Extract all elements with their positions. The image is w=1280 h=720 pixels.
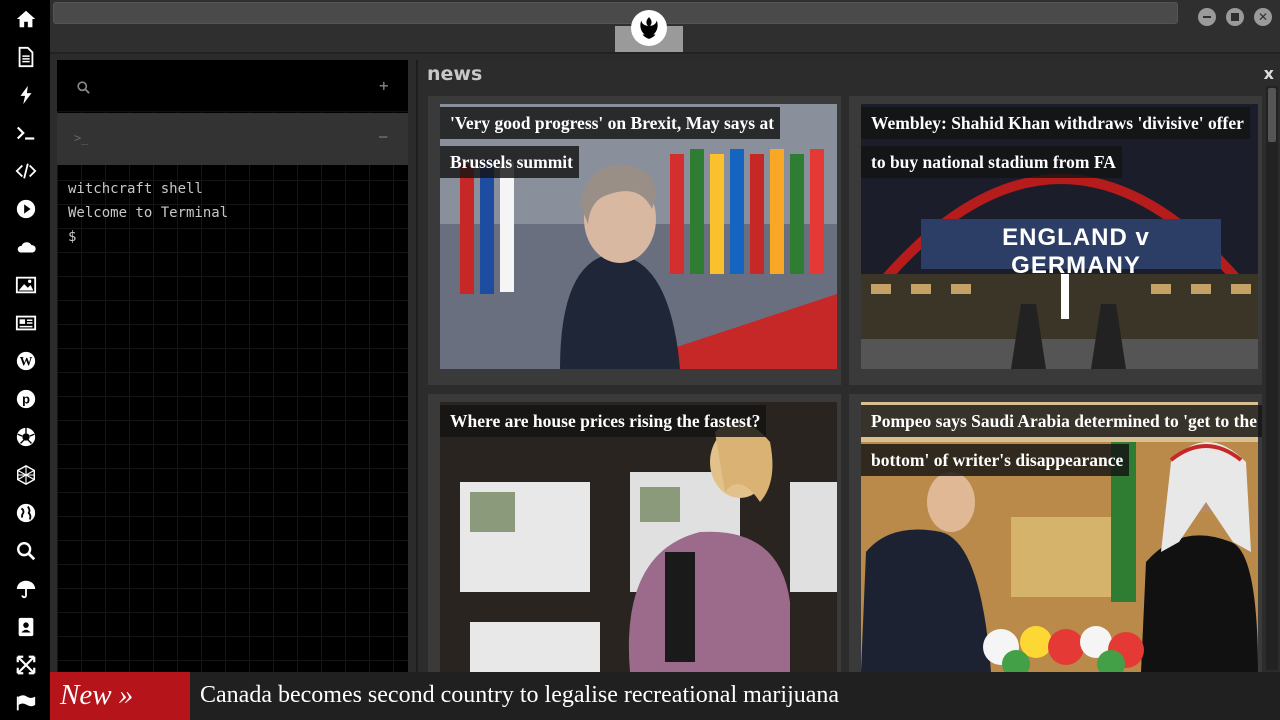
svg-text:p: p	[22, 392, 30, 407]
news-headline[interactable]: Wembley: Shahid Khan withdraws 'divisive…	[861, 104, 1258, 182]
news-photo	[440, 402, 837, 672]
news-panel: news x 'Very good progress' on Brexit, M…	[416, 60, 1280, 672]
ticker-label: New »	[50, 672, 190, 720]
news-card[interactable]: Pompeo says Saudi Arabia determined to '…	[849, 394, 1262, 672]
scrollbar-thumb[interactable]	[1268, 88, 1276, 142]
terminal-line: Welcome to Terminal	[68, 205, 229, 221]
wordpress-icon[interactable]: W	[13, 348, 39, 374]
terminal-icon[interactable]	[13, 120, 39, 146]
terminal-tab[interactable]: >_ –	[57, 113, 408, 165]
top-bar: ✕	[50, 0, 1280, 54]
cloud-icon[interactable]	[13, 234, 39, 260]
terminal-search-bar[interactable]: +	[57, 60, 408, 112]
svg-text:W: W	[20, 355, 33, 369]
globe-wireframe-icon[interactable]	[13, 462, 39, 488]
play-icon[interactable]	[13, 196, 39, 222]
address-bar[interactable]	[53, 2, 1178, 24]
fullscreen-icon[interactable]	[13, 652, 39, 678]
minimize-tab-button[interactable]: –	[379, 129, 387, 145]
photo-caption: ENGLAND v GERMANY	[1002, 224, 1150, 279]
aperture-icon[interactable]	[13, 424, 39, 450]
rebel-alliance-logo-icon[interactable]	[631, 10, 667, 46]
news-headline[interactable]: Where are house prices rising the fastes…	[440, 402, 837, 441]
umbrella-icon[interactable]	[13, 576, 39, 602]
news-headline[interactable]: 'Very good progress' on Brexit, May says…	[440, 104, 837, 182]
newspaper-icon[interactable]	[13, 310, 39, 336]
flag-icon[interactable]	[13, 690, 39, 716]
contacts-icon[interactable]	[13, 614, 39, 640]
news-card[interactable]: Where are house prices rising the fastes…	[428, 394, 841, 672]
earth-icon[interactable]	[13, 500, 39, 526]
pinterest-icon[interactable]: p	[13, 386, 39, 412]
add-tab-button[interactable]: +	[379, 76, 389, 95]
terminal-output[interactable]: witchcraft shell Welcome to Terminal $	[68, 177, 228, 249]
terminal-line: witchcraft shell	[68, 181, 203, 197]
lightning-icon[interactable]	[13, 82, 39, 108]
code-icon[interactable]	[13, 158, 39, 184]
panel-title: news	[427, 63, 483, 85]
home-icon[interactable]	[13, 6, 39, 32]
search-icon[interactable]	[13, 538, 39, 564]
prompt-icon: >_	[74, 131, 89, 145]
maximize-button[interactable]	[1226, 8, 1244, 26]
news-scrollbar[interactable]	[1266, 86, 1278, 670]
terminal-prompt: $	[68, 229, 77, 245]
minimize-button[interactable]	[1198, 8, 1216, 26]
document-icon[interactable]	[13, 44, 39, 70]
ticker-headline[interactable]: Canada becomes second country to legalis…	[200, 672, 839, 720]
news-ticker: New » Canada becomes second country to l…	[50, 672, 1280, 720]
image-icon[interactable]	[13, 272, 39, 298]
news-card[interactable]: 'Very good progress' on Brexit, May says…	[428, 96, 841, 385]
app-launcher-rail: W p	[0, 0, 50, 720]
news-headline[interactable]: Pompeo says Saudi Arabia determined to '…	[861, 402, 1262, 480]
search-icon[interactable]	[76, 80, 91, 95]
terminal-panel: + >_ – witchcraft shell Welcome to Termi…	[57, 60, 408, 672]
close-panel-button[interactable]: x	[1264, 64, 1274, 83]
news-card[interactable]: ENGLAND v GERMANY Wembley: Shahid Khan w…	[849, 96, 1262, 385]
close-window-button[interactable]: ✕	[1254, 8, 1272, 26]
